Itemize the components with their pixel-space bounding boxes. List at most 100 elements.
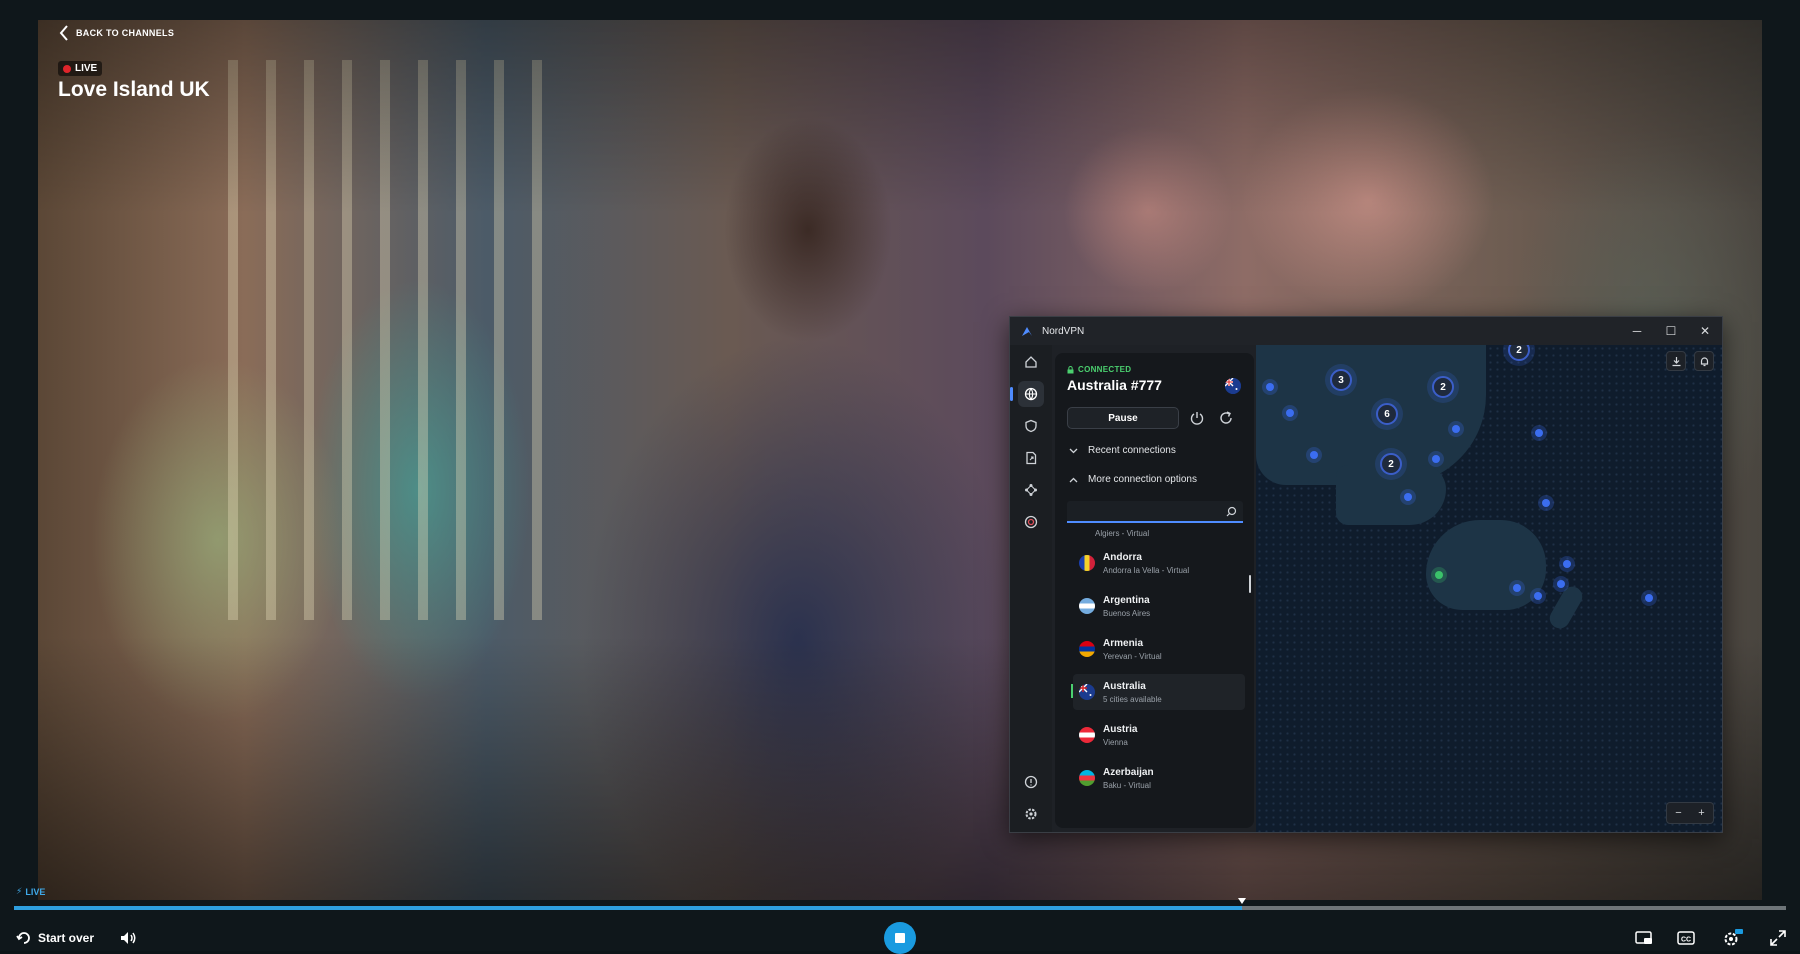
andorra-flag-icon bbox=[1079, 555, 1095, 571]
austria-flag-icon bbox=[1079, 727, 1095, 743]
server-map[interactable]: 3 2 6 2 2 − + bbox=[1256, 345, 1722, 832]
fullscreen-button[interactable] bbox=[1768, 928, 1788, 948]
threat-protection-nav[interactable] bbox=[1018, 413, 1044, 439]
connected-server-dot[interactable] bbox=[1435, 571, 1443, 579]
country-item-argentina[interactable]: Argentina Buenos Aires bbox=[1073, 588, 1245, 624]
dark-web-monitor-nav[interactable] bbox=[1018, 509, 1044, 535]
show-title: Love Island UK bbox=[58, 78, 210, 101]
captions-button[interactable]: CC bbox=[1676, 928, 1696, 948]
meshnet-icon bbox=[1025, 484, 1037, 496]
picture-in-picture-button[interactable] bbox=[1634, 928, 1654, 948]
settings-nav[interactable] bbox=[1018, 801, 1044, 827]
map-server-dot[interactable] bbox=[1286, 409, 1294, 417]
maximize-button[interactable]: ☐ bbox=[1654, 317, 1688, 345]
azerbaijan-flag-icon bbox=[1079, 770, 1095, 786]
start-over-button[interactable]: Start over bbox=[16, 930, 94, 946]
gear-hd-icon bbox=[1724, 929, 1743, 946]
nordvpn-logo-icon bbox=[1022, 327, 1032, 336]
list-item-partial[interactable]: Algiers - Virtual bbox=[1095, 529, 1149, 538]
download-button[interactable] bbox=[1666, 351, 1686, 371]
zoom-controls: − + bbox=[1666, 802, 1714, 824]
home-nav[interactable] bbox=[1018, 349, 1044, 375]
zoom-in-button[interactable]: + bbox=[1698, 807, 1704, 819]
stop-button[interactable] bbox=[884, 922, 916, 954]
australia-landmass bbox=[1426, 520, 1546, 610]
country-item-australia[interactable]: Australia 5 cities available bbox=[1071, 674, 1245, 710]
file-icon bbox=[1026, 451, 1037, 465]
map-server-dot[interactable] bbox=[1535, 429, 1543, 437]
map-server-dot[interactable] bbox=[1534, 592, 1542, 600]
back-label: BACK TO CHANNELS bbox=[76, 28, 175, 38]
country-search[interactable] bbox=[1067, 501, 1243, 523]
map-server-dot[interactable] bbox=[1563, 560, 1571, 568]
more-connection-options-toggle[interactable]: More connection options bbox=[1069, 474, 1197, 485]
map-server-dot[interactable] bbox=[1645, 594, 1653, 602]
cc-icon: CC bbox=[1677, 931, 1695, 945]
map-cluster[interactable]: 2 bbox=[1508, 345, 1530, 361]
close-button[interactable]: ✕ bbox=[1688, 317, 1722, 345]
recent-connections-toggle[interactable]: Recent connections bbox=[1069, 445, 1176, 456]
background-stripes bbox=[228, 60, 558, 620]
settings-button[interactable] bbox=[1722, 928, 1743, 948]
country-item-andorra[interactable]: Andorra Andorra la Vella - Virtual bbox=[1073, 545, 1245, 581]
bolt-icon: ⚡ bbox=[16, 886, 23, 896]
svg-text:CC: CC bbox=[1681, 937, 1691, 944]
live-dot-icon bbox=[63, 64, 71, 73]
map-server-dot[interactable] bbox=[1310, 451, 1318, 459]
chevron-left-icon bbox=[59, 25, 68, 41]
map-server-dot[interactable] bbox=[1266, 383, 1274, 391]
download-icon bbox=[1672, 356, 1680, 366]
map-server-dot[interactable] bbox=[1432, 455, 1440, 463]
volume-icon bbox=[121, 932, 136, 944]
australia-flag-icon bbox=[1225, 378, 1241, 394]
nordvpn-window: NordVPN ─ ☐ ✕ CONNECTED Australia #777 P… bbox=[1009, 316, 1723, 833]
live-indicator[interactable]: ⚡ LIVE bbox=[16, 886, 45, 897]
reconnect-icon[interactable] bbox=[1217, 409, 1235, 427]
map-cluster[interactable]: 2 bbox=[1380, 453, 1402, 475]
connection-status: CONNECTED bbox=[1067, 365, 1131, 374]
lock-icon bbox=[1067, 365, 1074, 373]
map-cluster[interactable]: 3 bbox=[1330, 369, 1352, 391]
map-server-dot[interactable] bbox=[1557, 580, 1565, 588]
shield-icon bbox=[1025, 419, 1037, 433]
pause-button[interactable]: Pause bbox=[1067, 407, 1179, 429]
search-input[interactable] bbox=[1071, 504, 1221, 520]
vpn-nav[interactable] bbox=[1010, 381, 1044, 407]
file-share-nav[interactable] bbox=[1018, 445, 1044, 471]
progress-bar[interactable] bbox=[14, 906, 1786, 910]
side-rail bbox=[1010, 345, 1052, 832]
map-cluster[interactable]: 2 bbox=[1432, 376, 1454, 398]
chevron-down-icon bbox=[1069, 448, 1078, 453]
country-item-austria[interactable]: Austria Vienna bbox=[1073, 717, 1245, 753]
target-icon bbox=[1024, 515, 1038, 529]
notifications-button[interactable] bbox=[1694, 351, 1714, 371]
zoom-out-button[interactable]: − bbox=[1675, 807, 1681, 819]
volume-button[interactable] bbox=[118, 928, 138, 948]
live-badge: LIVE bbox=[58, 61, 103, 76]
map-server-dot[interactable] bbox=[1404, 493, 1412, 501]
pip-icon bbox=[1635, 931, 1652, 944]
meshnet-nav[interactable] bbox=[1018, 477, 1044, 503]
map-cluster[interactable]: 6 bbox=[1376, 403, 1398, 425]
list-scrollbar[interactable] bbox=[1249, 575, 1251, 593]
map-server-dot[interactable] bbox=[1513, 584, 1521, 592]
minimize-button[interactable]: ─ bbox=[1620, 317, 1654, 345]
back-to-channels-link[interactable]: BACK TO CHANNELS bbox=[58, 24, 174, 42]
country-item-azerbaijan[interactable]: Azerbaijan Baku - Virtual bbox=[1073, 760, 1245, 796]
power-icon[interactable] bbox=[1188, 409, 1206, 427]
armenia-flag-icon bbox=[1079, 641, 1095, 657]
country-item-armenia[interactable]: Armenia Yerevan - Virtual bbox=[1073, 631, 1245, 667]
country-list: Algiers - Virtual Andorra Andorra la Vell… bbox=[1055, 529, 1254, 828]
globe-icon bbox=[1024, 387, 1038, 401]
map-server-dot[interactable] bbox=[1542, 499, 1550, 507]
scrub-handle[interactable] bbox=[1237, 898, 1246, 904]
expand-icon bbox=[1770, 930, 1786, 946]
server-name: Australia #777 bbox=[1067, 377, 1162, 393]
map-server-dot[interactable] bbox=[1452, 425, 1460, 433]
australia-flag-icon bbox=[1079, 684, 1095, 700]
title-bar[interactable]: NordVPN ─ ☐ ✕ bbox=[1010, 317, 1722, 345]
progress-fill bbox=[14, 906, 1242, 910]
help-nav[interactable] bbox=[1018, 769, 1044, 795]
home-icon bbox=[1025, 356, 1037, 368]
connection-panel: CONNECTED Australia #777 Pause Recent co… bbox=[1055, 353, 1254, 828]
